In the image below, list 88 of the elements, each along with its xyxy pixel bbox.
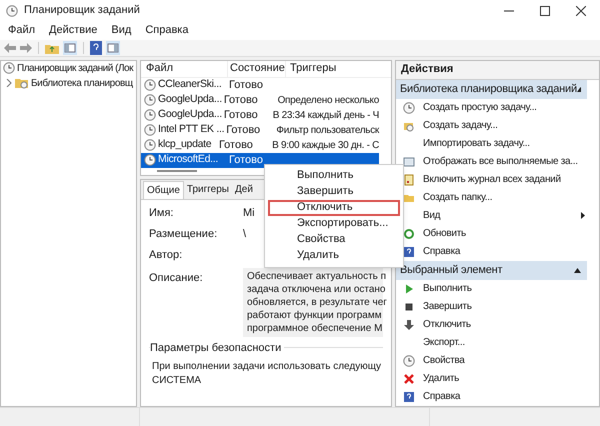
tree-item[interactable]: Планировщик заданий (Лок — [17, 60, 133, 76]
task-name: klcp_update — [158, 137, 212, 152]
action-item[interactable]: Завершить — [396, 298, 587, 316]
column-header[interactable]: Состояние — [227, 60, 285, 77]
field-label: Автор: — [149, 248, 184, 263]
panel-icon[interactable] — [106, 40, 120, 55]
action-item[interactable]: Создать задачу... — [396, 116, 587, 134]
forward-arrow-icon[interactable] — [20, 42, 32, 53]
tab[interactable]: Триггеры — [184, 180, 232, 198]
folder-clock-icon — [15, 77, 28, 89]
task-trigger: Фильтр пользовательск — [275, 124, 379, 138]
delete-icon — [403, 372, 415, 384]
stop-icon — [403, 300, 415, 312]
clock-icon — [403, 102, 415, 114]
clock-icon — [144, 109, 156, 121]
down-arrow-icon — [403, 318, 415, 330]
collapse-arrow-icon — [576, 86, 581, 92]
field-label: Размещение: — [149, 226, 218, 242]
close-icon[interactable] — [576, 6, 586, 16]
submenu-arrow-icon — [581, 212, 585, 219]
action-item[interactable]: Выполнить — [396, 280, 587, 298]
clock-icon — [144, 139, 156, 151]
journal-icon — [403, 174, 415, 186]
column-header[interactable]: Триггеры — [285, 60, 336, 77]
group-title: Параметры безопасности — [150, 340, 284, 356]
collapse-arrow-icon — [574, 268, 581, 272]
task-status: Готово — [228, 78, 264, 93]
field-label: Имя: — [149, 206, 174, 221]
column-header[interactable]: Файл — [141, 60, 227, 77]
clock-icon — [403, 354, 415, 366]
task-trigger: Определено несколько — [276, 94, 379, 108]
task-status: Готово — [225, 122, 262, 138]
refresh-icon — [403, 228, 415, 240]
action-item[interactable]: Удалить — [396, 370, 587, 388]
action-item[interactable]: Свойства — [396, 352, 587, 370]
panel-icon[interactable] — [63, 40, 77, 55]
task-name: GoogleUpda... — [158, 92, 222, 108]
task-name: MicrosoftEd... — [158, 152, 218, 168]
task-row[interactable]: GoogleUpda... Готово В 23:34 каждый день - Ч — [141, 108, 379, 122]
context-menu-item[interactable]: Отключить — [268, 200, 400, 216]
clock-icon — [3, 62, 15, 74]
tab[interactable]: Дей — [232, 180, 256, 198]
task-row[interactable]: Intel PTT EK ... Готово Фильтр пользовательск — [141, 122, 379, 138]
task-status: Готово — [228, 152, 264, 168]
actions-title: Действия — [396, 60, 599, 80]
menu-item[interactable]: Вид — [111, 22, 132, 39]
back-arrow-icon[interactable] — [4, 42, 16, 53]
menu-item[interactable]: Справка — [145, 22, 188, 39]
task-trigger: В 23:34 каждый день - Ч — [272, 108, 379, 122]
maximize-icon[interactable] — [540, 6, 550, 16]
clock-icon — [6, 4, 18, 17]
clock-icon — [144, 94, 156, 106]
field-value: Mi — [243, 206, 255, 221]
task-row[interactable]: GoogleUpda... Готово Определено несколько — [141, 92, 379, 108]
chevron-right-icon[interactable] — [5, 79, 12, 87]
tab[interactable]: Общие — [143, 180, 184, 198]
task-name: CCleanerSki... — [158, 77, 222, 92]
action-item[interactable]: Справка — [396, 388, 587, 406]
action-item[interactable]: Экспорт... — [396, 334, 587, 352]
clock-icon — [144, 154, 156, 166]
action-item[interactable]: Импортировать задачу... — [396, 134, 587, 152]
task-row[interactable]: MicrosoftEd... Готово — [141, 152, 379, 168]
section-header[interactable]: Библиотека планировщика заданий — [396, 80, 587, 98]
task-status: Готово — [222, 92, 259, 108]
horizontal-scrollbar[interactable] — [157, 170, 197, 172]
help-icon[interactable] — [90, 40, 102, 55]
task-status: Готово — [222, 108, 259, 123]
security-text: При выполнении задачи использовать следующу СИСТЕМА — [151, 360, 382, 388]
section-header[interactable]: Выбранный элемент — [396, 260, 587, 280]
clock-icon — [144, 124, 156, 136]
window-title: Планировщик заданий — [24, 3, 141, 18]
task-name: Intel PTT EK ... — [158, 122, 224, 138]
task-row[interactable]: CCleanerSki... Готово — [141, 78, 379, 92]
window-icon — [403, 156, 415, 168]
play-icon — [403, 282, 415, 294]
task-row[interactable]: klcp_update Готово В 9:00 каждые 30 дн. - С — [141, 138, 379, 152]
task-trigger: В 9:00 каждые 30 дн. - С — [271, 138, 379, 152]
help-icon — [403, 390, 415, 402]
task-name: GoogleUpda... — [158, 107, 222, 122]
action-item[interactable]: Создать простую задачу... — [396, 98, 587, 116]
tree-item[interactable]: Библиотека планировщ — [31, 76, 133, 90]
menu-item[interactable]: Действие — [49, 22, 98, 39]
task-status: Готово — [218, 138, 254, 153]
action-item[interactable]: Отключить — [396, 316, 587, 334]
field-value: \ — [243, 226, 246, 242]
field-label: Описание: — [149, 270, 204, 286]
menu-item[interactable]: Файл — [8, 22, 36, 39]
action-item[interactable]: Отображать все выполняемые за... — [396, 152, 587, 170]
